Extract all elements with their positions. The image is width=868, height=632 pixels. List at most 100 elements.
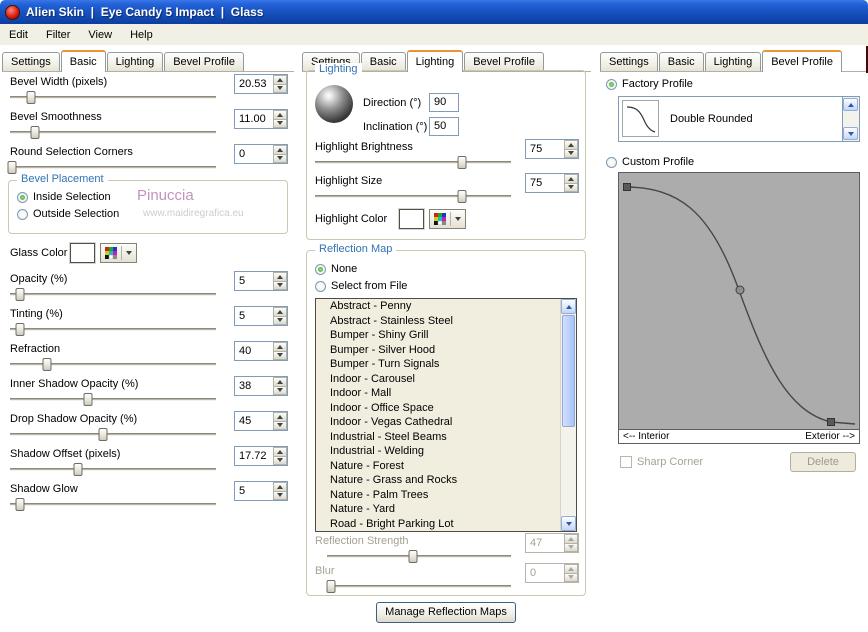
menu-item[interactable]: Help	[121, 25, 162, 44]
value-spinner[interactable]: 11.00	[234, 109, 288, 129]
spin-up-button[interactable]	[273, 307, 287, 317]
spinner-value[interactable]: 5	[235, 272, 273, 290]
slider-thumb[interactable]	[73, 463, 83, 476]
tab-bevel-profile[interactable]: Bevel Profile	[762, 50, 842, 72]
spin-up-button[interactable]	[564, 140, 578, 150]
radio-icon[interactable]	[606, 156, 617, 168]
curve-endpoint-handle[interactable]	[623, 183, 631, 191]
list-item[interactable]: Indoor - Mall	[316, 386, 576, 401]
list-item[interactable]: Nature - Forest	[316, 459, 576, 474]
slider-track[interactable]	[10, 463, 216, 476]
highlight-color-swatch[interactable]	[399, 209, 424, 229]
tab-settings[interactable]: Settings	[2, 52, 60, 71]
slider-track[interactable]	[10, 91, 216, 104]
inclination-input[interactable]: 50	[429, 117, 459, 136]
value-spinner[interactable]: 5	[234, 306, 288, 326]
radio-none[interactable]: None	[315, 263, 357, 275]
spinner-value[interactable]: 17.72	[235, 447, 273, 465]
scroll-down-button[interactable]	[561, 516, 576, 531]
spinner-value[interactable]: 75	[526, 140, 564, 158]
slider-track[interactable]	[10, 393, 216, 406]
slider-track[interactable]	[315, 190, 511, 203]
spin-up-button[interactable]	[273, 482, 287, 492]
spinner-value[interactable]: 11.00	[235, 110, 273, 128]
slider-thumb[interactable]	[7, 161, 17, 174]
bevel-profile-curve[interactable]	[619, 173, 859, 428]
value-spinner[interactable]: 75	[525, 173, 579, 193]
spin-down-button[interactable]	[273, 281, 287, 290]
value-spinner[interactable]: 40	[234, 341, 288, 361]
slider-track[interactable]	[10, 323, 216, 336]
list-item[interactable]: Abstract - Penny	[316, 299, 576, 314]
spin-down-button[interactable]	[273, 119, 287, 128]
tab-lighting[interactable]: Lighting	[106, 52, 164, 71]
list-item[interactable]: Nature - Grass and Rocks	[316, 473, 576, 488]
spin-up-button[interactable]	[273, 75, 287, 85]
spin-up-button[interactable]	[273, 412, 287, 422]
slider-thumb[interactable]	[15, 323, 25, 336]
spin-down-button[interactable]	[564, 183, 578, 192]
value-spinner[interactable]: 0	[234, 144, 288, 164]
list-item[interactable]: Nature - Yard	[316, 502, 576, 517]
tab-bevel-profile[interactable]: Bevel Profile	[164, 52, 244, 71]
slider-thumb[interactable]	[83, 393, 93, 406]
list-item[interactable]: Bumper - Turn Signals	[316, 357, 576, 372]
direction-input[interactable]: 90	[429, 93, 459, 112]
list-scrollbar[interactable]	[560, 299, 576, 531]
spin-down-button[interactable]	[564, 149, 578, 158]
scrollbar-thumb[interactable]	[562, 315, 575, 427]
radio-inside-selection[interactable]: Inside Selection	[17, 191, 111, 203]
tab-bevel-profile[interactable]: Bevel Profile	[464, 52, 544, 71]
radio-icon[interactable]	[17, 208, 28, 220]
spin-up-button[interactable]	[273, 110, 287, 120]
value-spinner[interactable]: 5	[234, 271, 288, 291]
bevel-profile-curve-editor[interactable]: <-- Interior Exterior -->	[618, 172, 860, 444]
value-spinner[interactable]: 45	[234, 411, 288, 431]
scroll-up-button[interactable]	[561, 299, 576, 314]
scroll-up-button[interactable]	[843, 98, 858, 111]
spinner-value[interactable]: 20.53	[235, 75, 273, 93]
radio-select-from-file[interactable]: Select from File	[315, 280, 407, 292]
spin-down-button[interactable]	[273, 316, 287, 325]
spinner-value[interactable]: 5	[235, 307, 273, 325]
spinner-value[interactable]: 45	[235, 412, 273, 430]
spin-down-button[interactable]	[273, 84, 287, 93]
slider-track[interactable]	[10, 428, 216, 441]
value-spinner[interactable]: 17.72	[234, 446, 288, 466]
list-item[interactable]: Indoor - Carousel	[316, 372, 576, 387]
list-item[interactable]: Industrial - Welding	[316, 444, 576, 459]
value-spinner[interactable]: 38	[234, 376, 288, 396]
spin-down-button[interactable]	[273, 421, 287, 430]
tab-lighting[interactable]: Lighting	[704, 52, 762, 71]
radio-icon[interactable]	[606, 78, 617, 90]
spin-down-button[interactable]	[273, 456, 287, 465]
spinner-value[interactable]: 75	[526, 174, 564, 192]
glass-color-picker-button[interactable]	[100, 243, 137, 263]
slider-thumb[interactable]	[15, 288, 25, 301]
slider-thumb[interactable]	[15, 498, 25, 511]
spin-up-button[interactable]	[273, 447, 287, 457]
spin-up-button[interactable]	[564, 174, 578, 184]
title-bar[interactable]: Alien Skin | Eye Candy 5 Impact | Glass	[0, 0, 868, 24]
list-item[interactable]: Abstract - Stainless Steel	[316, 314, 576, 329]
light-direction-ball[interactable]	[315, 85, 353, 123]
spin-down-button[interactable]	[273, 386, 287, 395]
scroll-down-button[interactable]	[843, 127, 858, 140]
slider-track[interactable]	[10, 288, 216, 301]
slider-track[interactable]	[10, 358, 216, 371]
slider-track[interactable]	[10, 498, 216, 511]
menu-item[interactable]: Edit	[0, 25, 37, 44]
curve-endpoint-handle[interactable]	[827, 418, 835, 426]
value-spinner[interactable]: 5	[234, 481, 288, 501]
list-item[interactable]: Bumper - Shiny Grill	[316, 328, 576, 343]
glass-color-swatch[interactable]	[70, 243, 95, 263]
tab-basic[interactable]: Basic	[658, 52, 704, 71]
slider-thumb[interactable]	[30, 126, 40, 139]
spinner-value[interactable]: 38	[235, 377, 273, 395]
slider-thumb[interactable]	[26, 91, 36, 104]
spin-up-button[interactable]	[273, 342, 287, 352]
slider-thumb[interactable]	[457, 190, 467, 203]
value-spinner[interactable]: 20.53	[234, 74, 288, 94]
radio-icon[interactable]	[315, 263, 326, 275]
list-item[interactable]: Indoor - Office Space	[316, 401, 576, 416]
